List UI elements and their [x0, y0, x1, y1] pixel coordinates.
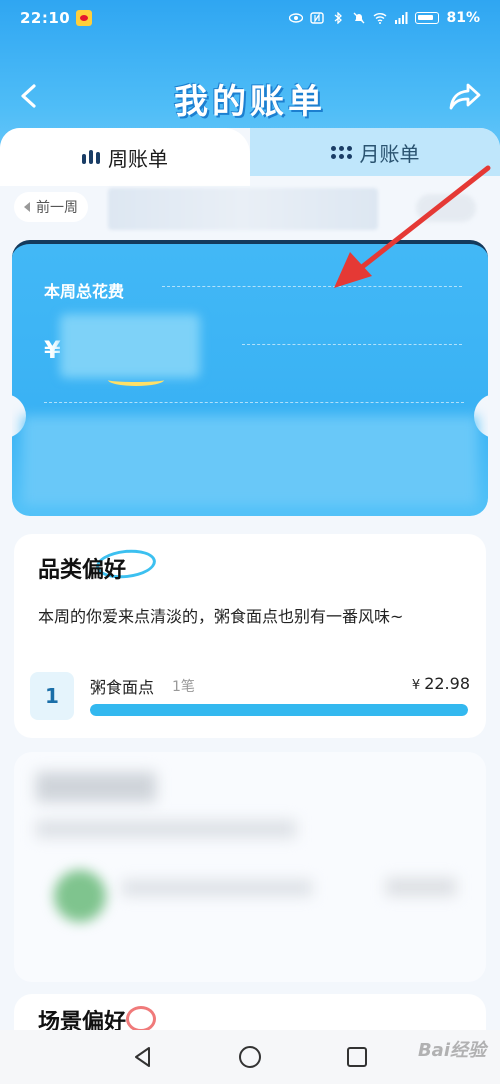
mute-bell-icon — [354, 12, 365, 24]
dots-grid-icon — [330, 145, 352, 159]
recents-square-icon[interactable] — [344, 1044, 370, 1070]
battery-percent: 81% — [446, 10, 480, 26]
amount-value: 22.98 — [424, 674, 470, 693]
eye-icon — [289, 13, 304, 23]
home-circle-icon[interactable] — [237, 1044, 263, 1070]
share-icon[interactable] — [448, 80, 482, 114]
nav-bar: 我的账单 — [0, 66, 500, 126]
currency-symbol: ¥ — [44, 336, 61, 364]
redacted-text — [122, 880, 312, 896]
dashed-line — [242, 344, 462, 345]
status-icons: 81% — [289, 10, 480, 26]
rank-badge: 1 — [30, 672, 74, 720]
total-amount-redacted — [60, 314, 200, 378]
red-arrow-annotation — [334, 165, 491, 288]
category-count: 1笔 — [172, 679, 195, 695]
triangle-left-icon — [24, 202, 30, 212]
prev-week-button[interactable]: 前一周 — [14, 192, 88, 222]
bar-chart-icon — [82, 150, 100, 164]
category-preference-card: 品类偏好 本周的你爱来点清淡的，粥食面点也别有一番风味~ 1 粥食面点 1笔 ¥… — [14, 534, 486, 738]
page-title: 我的账单 — [174, 82, 326, 122]
status-time: 22:10 — [20, 9, 71, 27]
category-card-title: 品类偏好 — [38, 558, 127, 583]
redacted-card — [14, 752, 486, 982]
bluetooth-icon — [335, 12, 343, 24]
baidu-jingyan-watermark: Bai经验 — [417, 1040, 486, 1061]
redacted-value — [386, 878, 456, 896]
weibo-notification-icon — [76, 10, 93, 26]
dashed-line — [44, 402, 464, 403]
redacted-title — [36, 772, 156, 802]
amount-currency: ¥ — [411, 678, 421, 693]
tab-week-label: 周账单 — [108, 146, 168, 171]
redacted-text — [36, 820, 296, 838]
category-progress-fill — [90, 704, 468, 716]
category-list-item[interactable]: 1 粥食面点 1笔 ¥22.98 — [30, 672, 470, 722]
back-triangle-icon[interactable] — [130, 1044, 156, 1070]
battery-icon — [415, 12, 440, 24]
category-amount: ¥22.98 — [412, 674, 470, 693]
redacted-avatar — [54, 870, 106, 922]
prev-week-label: 前一周 — [36, 200, 78, 216]
category-progress-bar — [90, 704, 468, 716]
nfc-icon — [310, 12, 325, 24]
wifi-icon — [374, 13, 387, 24]
title-highlight-ring — [126, 1006, 156, 1032]
tab-week-bill[interactable]: 周账单 — [0, 128, 250, 186]
status-bar: 22:10 81% — [0, 0, 500, 36]
spend-details-redacted — [22, 416, 478, 506]
highlight-underline — [108, 374, 164, 386]
category-description: 本周的你爱来点清淡的，粥食面点也别有一番风味~ — [38, 607, 404, 626]
spend-card-title: 本周总花费 — [44, 282, 125, 301]
signal-icon — [395, 12, 408, 24]
category-name: 粥食面点 — [90, 678, 155, 697]
